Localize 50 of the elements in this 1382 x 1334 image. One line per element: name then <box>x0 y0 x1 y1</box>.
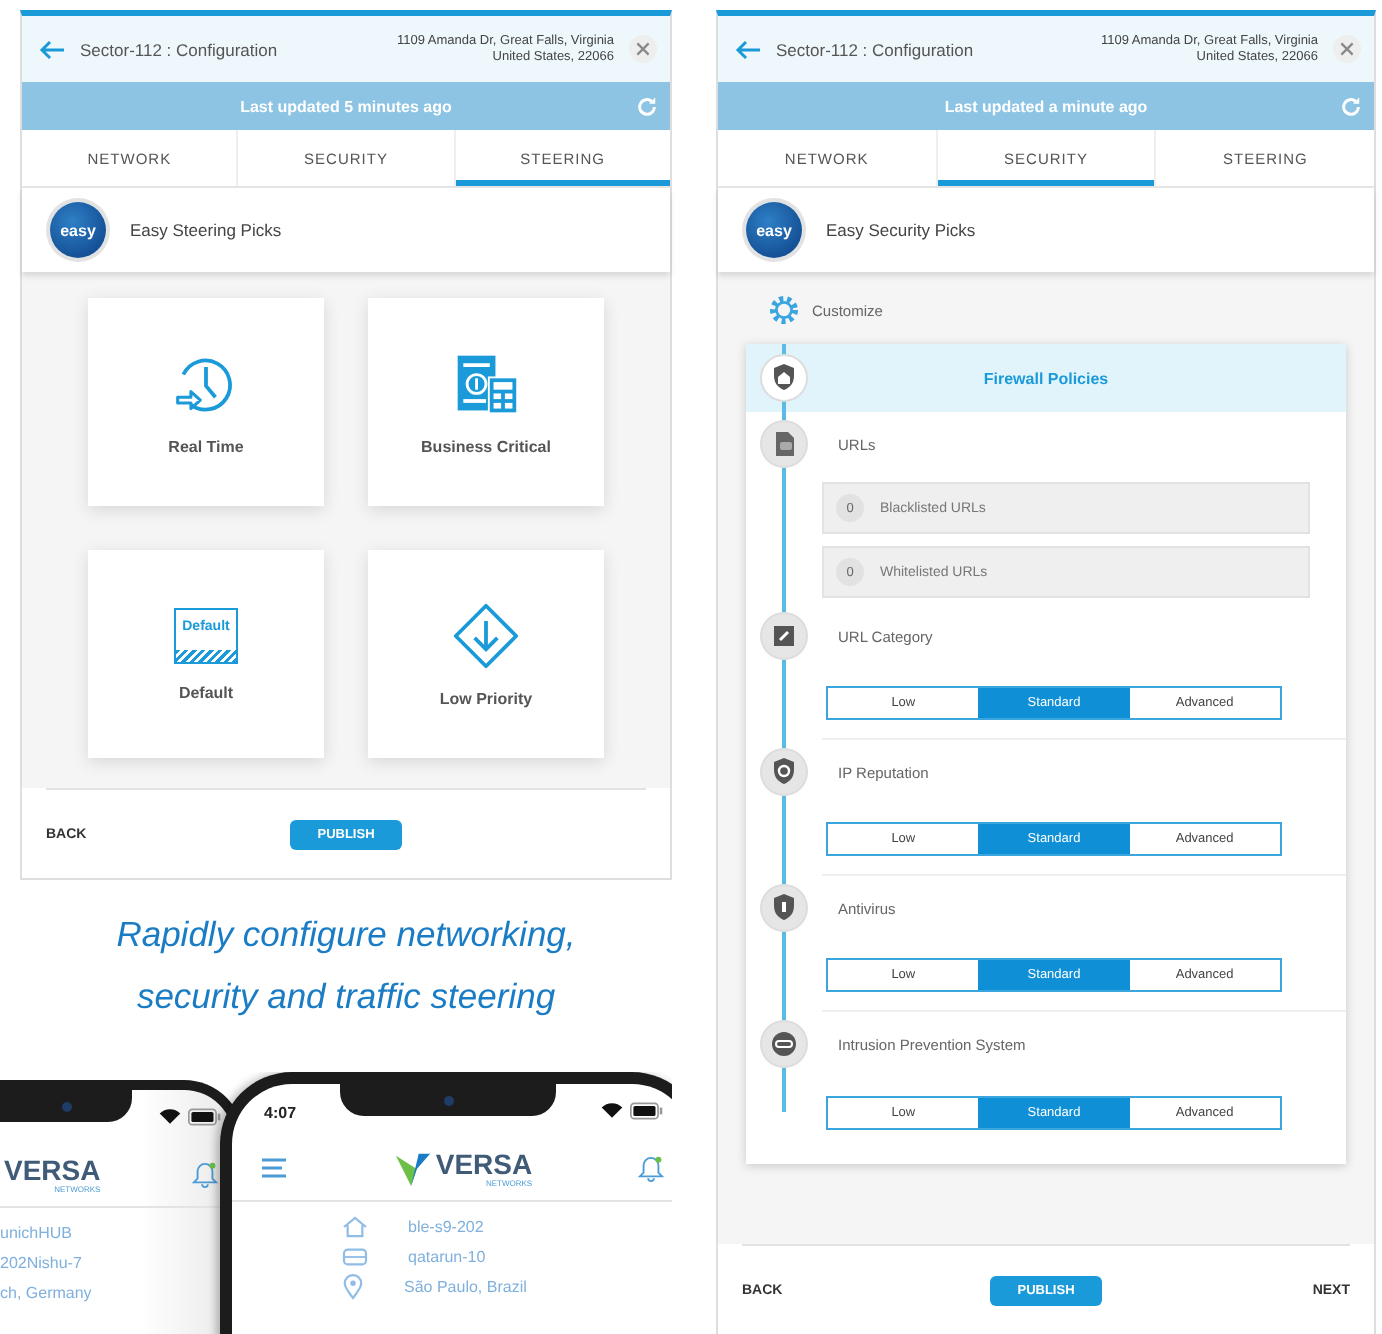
section-title: Easy Steering Picks <box>130 220 282 240</box>
last-updated-text: Last updated a minute ago <box>942 97 1150 115</box>
bell-icon[interactable] <box>637 1153 664 1183</box>
pick-card[interactable]: Low Priority <box>368 550 604 758</box>
pick-label: Business Critical <box>421 437 551 455</box>
gear-icon[interactable] <box>768 294 800 326</box>
logo-text: VERSA <box>4 1155 101 1183</box>
shield-icon <box>760 354 808 402</box>
device-info-text: São Paulo, Brazil <box>404 1278 527 1296</box>
back-arrow-icon[interactable] <box>38 39 66 59</box>
server-icon <box>342 1246 368 1268</box>
shield-lock-icon <box>760 884 808 932</box>
device-info-text: ch, Germany <box>0 1284 92 1302</box>
close-icon[interactable] <box>1332 34 1362 64</box>
pick-card[interactable]: Real Time <box>88 298 324 506</box>
pick-label: Low Priority <box>439 689 533 707</box>
device-info-text: ble-s9-202 <box>408 1218 484 1236</box>
tagline-text: Rapidly configure networking, security and traffic steering <box>114 912 578 1020</box>
refresh-icon[interactable] <box>1340 95 1362 117</box>
home-icon <box>342 1216 368 1238</box>
easy-logo: easy <box>50 202 106 258</box>
easy-logo: easy <box>746 202 802 258</box>
document-icon <box>760 420 808 468</box>
device-info-text: qatarun-10 <box>408 1248 486 1266</box>
page-title: Sector-112 : Configuration <box>80 39 280 59</box>
location-pin-icon <box>342 1274 364 1300</box>
policy-title: Firewall Policies <box>981 369 1111 387</box>
diamond-down-arrow-icon <box>452 601 520 669</box>
pick-label: Default <box>178 683 234 701</box>
pick-card[interactable]: Business Critical <box>368 298 604 506</box>
wifi-icon <box>599 1102 624 1120</box>
edit-icon <box>760 612 808 660</box>
page-title: Sector-112 : Configuration <box>776 39 976 59</box>
shield-icon <box>760 748 808 796</box>
logo-text: VERSA <box>435 1149 533 1177</box>
status-time: 4:07 <box>264 1104 297 1122</box>
wifi-icon <box>158 1108 182 1126</box>
last-updated-text: Last updated 5 minutes ago <box>238 97 454 115</box>
section-title: Easy Security Picks <box>826 220 976 240</box>
bell-icon[interactable] <box>192 1159 218 1189</box>
battery-icon <box>188 1108 222 1126</box>
device-info-text: 202Nishu-7 <box>0 1254 82 1272</box>
battery-icon <box>629 1102 664 1120</box>
menu-icon[interactable] <box>260 1156 288 1180</box>
close-icon[interactable] <box>628 34 658 64</box>
pick-label: Real Time <box>168 437 244 455</box>
v-logo-icon <box>393 1149 432 1187</box>
refresh-icon[interactable] <box>636 95 658 117</box>
device-info-text: unichHUB <box>0 1224 73 1242</box>
back-arrow-icon[interactable] <box>734 39 762 59</box>
